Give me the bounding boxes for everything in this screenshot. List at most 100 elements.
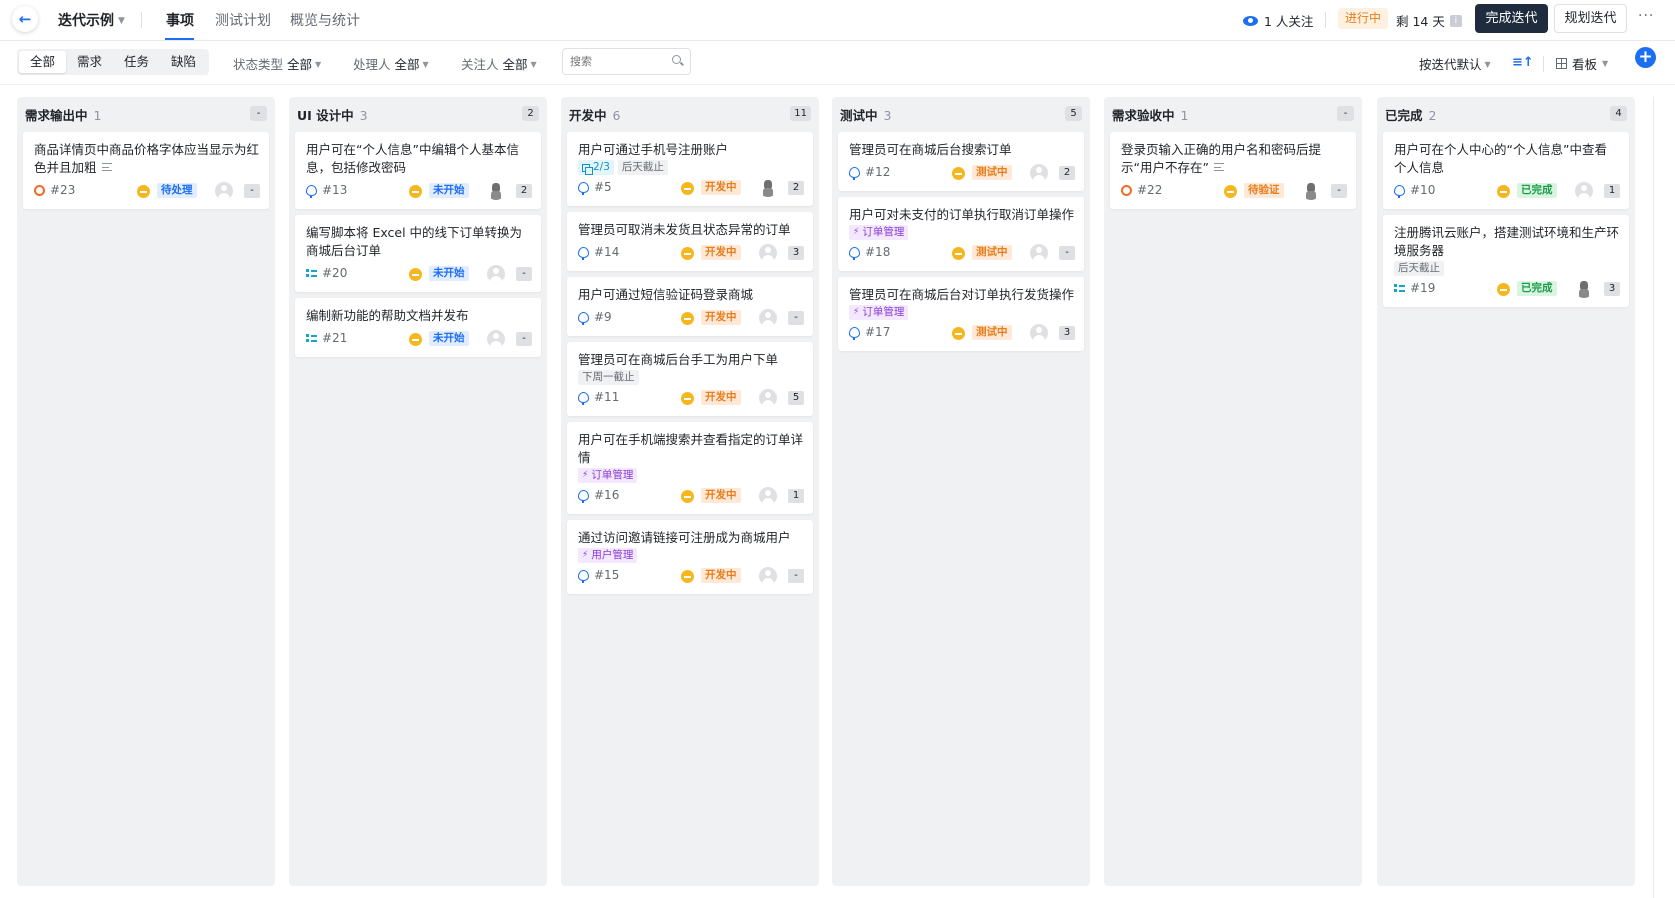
- filter-all[interactable]: 全部: [19, 51, 67, 73]
- story-points[interactable]: 5: [788, 391, 804, 405]
- story-points[interactable]: 1: [788, 489, 804, 503]
- status-badge[interactable]: 测试中: [972, 165, 1012, 180]
- story-points[interactable]: 3: [1059, 326, 1075, 340]
- status-badge[interactable]: 待处理: [157, 183, 197, 198]
- status-badge[interactable]: 测试中: [972, 245, 1012, 260]
- priority-medium-icon[interactable]: [681, 312, 694, 325]
- complete-iteration-button[interactable]: 完成迭代: [1475, 4, 1548, 33]
- plan-iteration-button[interactable]: 规划迭代: [1554, 4, 1627, 33]
- story-points[interactable]: -: [244, 184, 260, 198]
- work-item-card[interactable]: 管理员可在商城后台手工为用户下单 下周一截止 #11 开发中 5: [567, 342, 813, 416]
- assignee-avatar[interactable]: [215, 182, 233, 200]
- work-item-card[interactable]: 用户可在个人中心的“个人信息”中查看个人信息 #10 已完成 1: [1383, 132, 1629, 209]
- status-badge[interactable]: 开发中: [701, 390, 741, 405]
- card-tag[interactable]: 下周一截止: [578, 370, 639, 385]
- story-points[interactable]: 2: [516, 184, 532, 198]
- story-points[interactable]: -: [516, 267, 532, 281]
- follow-button[interactable]: 1 人关注: [1243, 11, 1313, 30]
- story-points[interactable]: 3: [788, 246, 804, 260]
- work-item-card[interactable]: 登录页输入正确的用户名和密码后提示“用户不存在” #22 待验证 -: [1110, 132, 1356, 209]
- status-badge[interactable]: 测试中: [972, 325, 1012, 340]
- assignee-avatar[interactable]: [487, 265, 505, 283]
- priority-medium-icon[interactable]: [681, 392, 694, 405]
- status-badge[interactable]: 未开始: [429, 266, 469, 281]
- watcher-dropdown[interactable]: 关注人 全部 ▼: [461, 54, 537, 73]
- priority-medium-icon[interactable]: [681, 182, 694, 195]
- assignee-avatar[interactable]: [759, 567, 777, 585]
- card-tag[interactable]: 后天截止: [1394, 261, 1444, 276]
- assignee-avatar[interactable]: [487, 182, 505, 200]
- priority-medium-icon[interactable]: [137, 185, 150, 198]
- scrollbar[interactable]: [1653, 97, 1654, 898]
- priority-medium-icon[interactable]: [409, 333, 422, 346]
- assignee-avatar[interactable]: [1030, 244, 1048, 262]
- view-dropdown[interactable]: 看板 ▼: [1556, 54, 1608, 73]
- priority-medium-icon[interactable]: [409, 268, 422, 281]
- status-type-dropdown[interactable]: 状态类型 全部 ▼: [233, 54, 321, 73]
- story-points[interactable]: 2: [788, 181, 804, 195]
- card-tag[interactable]: 2/3: [578, 160, 614, 175]
- assignee-avatar[interactable]: [759, 244, 777, 262]
- story-points[interactable]: -: [788, 569, 804, 583]
- priority-medium-icon[interactable]: [681, 570, 694, 583]
- status-badge[interactable]: 已完成: [1517, 183, 1557, 198]
- priority-medium-icon[interactable]: [952, 167, 965, 180]
- info-icon[interactable]: i: [1449, 14, 1462, 27]
- priority-medium-icon[interactable]: [952, 327, 965, 340]
- work-item-card[interactable]: 用户可对未支付的订单执行取消订单操作 ⚡ 订单管理 #18 测试中 -: [838, 197, 1084, 271]
- status-badge[interactable]: 已完成: [1517, 281, 1557, 296]
- priority-medium-icon[interactable]: [1497, 185, 1510, 198]
- more-icon[interactable]: ···: [1638, 8, 1654, 24]
- status-badge[interactable]: 开发中: [701, 568, 741, 583]
- assignee-avatar[interactable]: [1030, 324, 1048, 342]
- tab-overview[interactable]: 概览与统计: [290, 10, 360, 30]
- work-item-card[interactable]: 管理员可取消未发货且状态异常的订单 #14 开发中 3: [567, 212, 813, 271]
- status-badge[interactable]: 进行中: [1338, 8, 1389, 29]
- story-points[interactable]: -: [516, 332, 532, 346]
- assignee-avatar[interactable]: [759, 309, 777, 327]
- status-badge[interactable]: 待验证: [1244, 183, 1284, 198]
- priority-medium-icon[interactable]: [409, 185, 422, 198]
- story-points[interactable]: -: [1059, 246, 1075, 260]
- back-button[interactable]: ←: [12, 6, 38, 32]
- work-item-card[interactable]: 用户可在手机端搜索并查看指定的订单详情 ⚡ 订单管理 #16 开发中 1: [567, 422, 813, 514]
- assignee-dropdown[interactable]: 处理人 全部 ▼: [353, 54, 429, 73]
- assignee-avatar[interactable]: [487, 330, 505, 348]
- status-badge[interactable]: 开发中: [701, 488, 741, 503]
- filter-defect[interactable]: 缺陷: [160, 51, 207, 73]
- status-badge[interactable]: 开发中: [701, 310, 741, 325]
- card-tag[interactable]: ⚡ 订单管理: [849, 305, 909, 320]
- work-item-card[interactable]: 用户可在“个人信息”中编辑个人基本信息，包括修改密码 #13 未开始 2: [295, 132, 541, 209]
- filter-requirement[interactable]: 需求: [66, 51, 113, 73]
- status-badge[interactable]: 未开始: [429, 331, 469, 346]
- sort-order-icon[interactable]: ≡↑: [1512, 55, 1534, 70]
- iteration-selector[interactable]: 迭代示例 ▼: [58, 10, 125, 30]
- work-item-card[interactable]: 通过访问邀请链接可注册成为商城用户 ⚡ 用户管理 #15 开发中 -: [567, 520, 813, 594]
- card-tag[interactable]: ⚡ 用户管理: [578, 548, 638, 563]
- assignee-avatar[interactable]: [1302, 182, 1320, 200]
- work-item-card[interactable]: 用户可通过手机号注册账户 2/3 后天截止 #5 开发中 2: [567, 132, 813, 206]
- story-points[interactable]: 2: [1059, 166, 1075, 180]
- work-item-card[interactable]: 商品详情页中商品价格字体应当显示为红色并且加粗 #23 待处理 -: [23, 132, 269, 209]
- work-item-card[interactable]: 编制新功能的帮助文档并发布 #21 未开始 -: [295, 298, 541, 357]
- priority-medium-icon[interactable]: [952, 247, 965, 260]
- tab-test-plan[interactable]: 测试计划: [215, 10, 271, 30]
- story-points[interactable]: 1: [1604, 184, 1620, 198]
- status-badge[interactable]: 开发中: [701, 180, 741, 195]
- status-badge[interactable]: 开发中: [701, 245, 741, 260]
- assignee-avatar[interactable]: [759, 487, 777, 505]
- assignee-avatar[interactable]: [759, 179, 777, 197]
- story-points[interactable]: -: [1331, 184, 1347, 198]
- story-points[interactable]: 3: [1604, 282, 1620, 296]
- card-tag[interactable]: 后天截止: [617, 160, 668, 175]
- work-item-card[interactable]: 用户可通过短信验证码登录商城 #9 开发中 -: [567, 277, 813, 336]
- assignee-avatar[interactable]: [1030, 164, 1048, 182]
- work-item-card[interactable]: 管理员可在商城后台搜索订单 #12 测试中 2: [838, 132, 1084, 191]
- assignee-avatar[interactable]: [1575, 182, 1593, 200]
- filter-task[interactable]: 任务: [113, 51, 160, 73]
- work-item-card[interactable]: 管理员可在商城后台对订单执行发货操作 ⚡ 订单管理 #17 测试中 3: [838, 277, 1084, 351]
- priority-medium-icon[interactable]: [1224, 185, 1237, 198]
- work-item-card[interactable]: 注册腾讯云账户，搭建测试环境和生产环境服务器 后天截止 #19 已完成 3: [1383, 215, 1629, 307]
- add-button[interactable]: +: [1635, 47, 1656, 68]
- sort-dropdown[interactable]: 按迭代默认 ▼: [1419, 54, 1491, 73]
